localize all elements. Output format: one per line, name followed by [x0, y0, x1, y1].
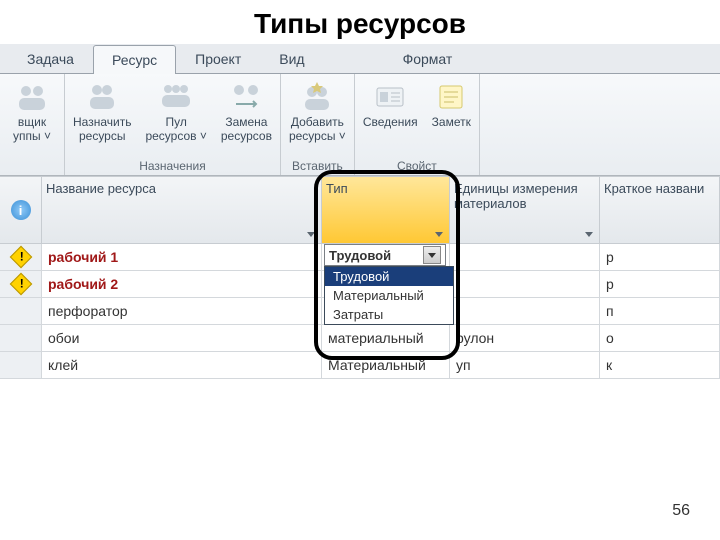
- people-star-icon: [300, 80, 334, 114]
- indicator-cell: [0, 352, 42, 378]
- chevron-down-icon: [428, 253, 436, 258]
- notes-button[interactable]: Заметк: [426, 78, 477, 157]
- indicator-cell: [0, 271, 42, 297]
- table-row[interactable]: обоиматериальныйрулоно: [0, 325, 720, 352]
- note-icon: [434, 80, 468, 114]
- combo-option[interactable]: Материальный: [325, 286, 453, 305]
- short-cell[interactable]: к: [600, 352, 720, 378]
- tab-view[interactable]: Вид: [260, 44, 323, 73]
- people-pair-icon: [85, 80, 119, 114]
- unit-cell[interactable]: рулон: [450, 325, 600, 351]
- ribbon-tabs: Задача Ресурс Проект Вид Формат: [0, 44, 720, 74]
- team-planner-button[interactable]: вщикуппы ˅: [2, 78, 62, 157]
- overallocation-warning-icon: [9, 246, 32, 269]
- unit-cell[interactable]: [450, 298, 600, 324]
- tab-format[interactable]: Формат: [384, 44, 472, 73]
- indicator-cell: [0, 298, 42, 324]
- table-row[interactable]: клейМатериальныйупк: [0, 352, 720, 379]
- ribbon-body: вщикуппы ˅ Назначить ресурсы Пул ресурсо…: [0, 74, 720, 176]
- people-icon: [15, 80, 49, 114]
- name-cell[interactable]: обои: [42, 325, 322, 351]
- assign-resources-button[interactable]: Назначить ресурсы: [67, 78, 137, 157]
- short-cell[interactable]: р: [600, 244, 720, 270]
- tab-resource[interactable]: Ресурс: [93, 45, 176, 74]
- assignments-group-label: Назначения: [139, 157, 206, 173]
- combo-option[interactable]: Затраты: [325, 305, 453, 324]
- type-combo-list[interactable]: Трудовой Материальный Затраты: [324, 266, 454, 325]
- name-cell[interactable]: рабочий 2: [42, 271, 322, 297]
- name-cell[interactable]: клей: [42, 352, 322, 378]
- people-group-icon: [159, 80, 193, 114]
- unit-cell[interactable]: [450, 244, 600, 270]
- resource-grid: i Название ресурса Тип Единицы измерения…: [0, 176, 720, 379]
- short-cell[interactable]: р: [600, 271, 720, 297]
- column-header-short[interactable]: Краткое названи: [600, 177, 720, 243]
- column-header-name[interactable]: Название ресурса: [42, 177, 322, 243]
- name-cell[interactable]: рабочий 1: [42, 244, 322, 270]
- type-cell[interactable]: Материальный: [322, 352, 450, 378]
- combo-option[interactable]: Трудовой: [325, 267, 453, 286]
- short-cell[interactable]: п: [600, 298, 720, 324]
- indicator-cell: [0, 325, 42, 351]
- add-resources-button[interactable]: Добавить ресурсы ˅: [283, 78, 352, 157]
- dropdown-caret-icon: [307, 232, 315, 237]
- indicator-cell: [0, 244, 42, 270]
- substitute-resources-button[interactable]: Замена ресурсов: [215, 78, 278, 157]
- swap-people-icon: [229, 80, 263, 114]
- info-icon: i: [11, 200, 31, 220]
- name-cell[interactable]: перфоратор: [42, 298, 322, 324]
- short-cell[interactable]: о: [600, 325, 720, 351]
- grid-header-row: i Название ресурса Тип Единицы измерения…: [0, 176, 720, 244]
- combo-dropdown-button[interactable]: [423, 246, 441, 264]
- column-header-indicator[interactable]: i: [0, 177, 42, 243]
- column-header-units[interactable]: Единицы измерения материалов: [450, 177, 600, 243]
- information-button[interactable]: Сведения: [357, 78, 424, 157]
- insert-group-label: Вставить: [292, 157, 343, 173]
- dropdown-caret-icon: [435, 232, 443, 237]
- unit-cell[interactable]: уп: [450, 352, 600, 378]
- overallocation-warning-icon: [9, 273, 32, 296]
- tab-project[interactable]: Проект: [176, 44, 260, 73]
- tab-task[interactable]: Задача: [8, 44, 93, 73]
- properties-group-label: Свойст: [397, 157, 437, 173]
- unit-cell[interactable]: [450, 271, 600, 297]
- type-cell[interactable]: материальный: [322, 325, 450, 351]
- card-icon: [373, 80, 407, 114]
- resource-pool-button[interactable]: Пул ресурсов ˅: [139, 78, 212, 157]
- type-combo-selected[interactable]: Трудовой: [324, 244, 446, 266]
- column-header-type[interactable]: Тип: [322, 177, 450, 243]
- dropdown-caret-icon: [585, 232, 593, 237]
- page-number: 56: [672, 502, 690, 520]
- slide-title: Типы ресурсов: [0, 0, 720, 44]
